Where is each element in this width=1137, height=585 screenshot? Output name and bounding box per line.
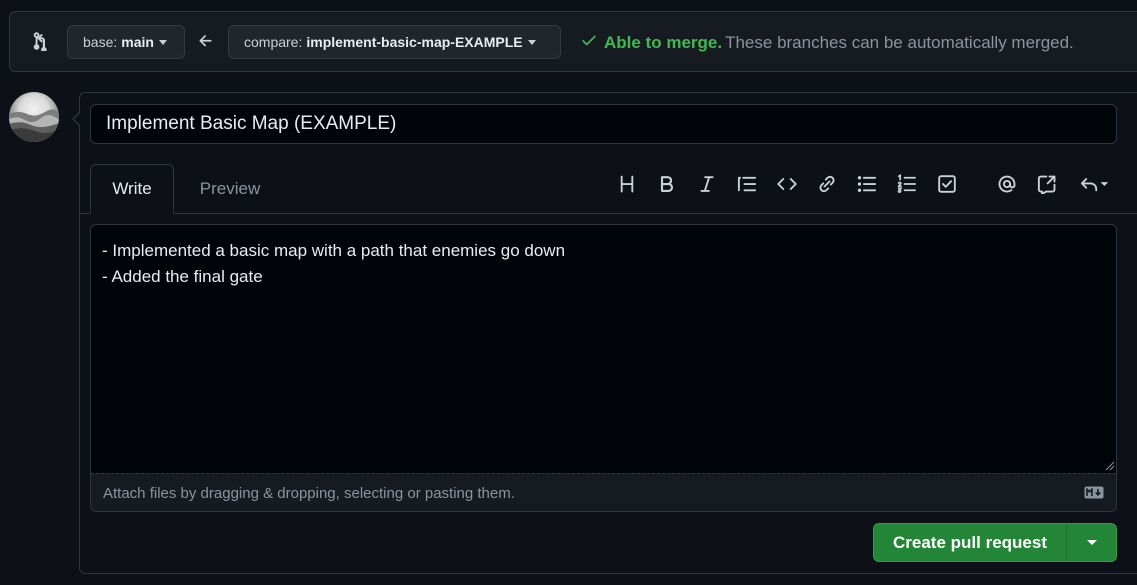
reference-icon[interactable] [1035, 172, 1059, 196]
base-branch-button[interactable]: base: main [67, 25, 185, 59]
compare-arrows-icon [30, 31, 50, 53]
caret-down-icon [158, 39, 167, 45]
saved-reply-icon[interactable] [1077, 172, 1113, 196]
resize-grip-icon[interactable] [1105, 461, 1115, 471]
pr-title-input[interactable] [90, 104, 1117, 144]
merge-status: Able to merge. These branches can be aut… [580, 31, 1074, 54]
arrow-left-icon [197, 32, 215, 50]
create-pull-request-button-group: Create pull request [873, 523, 1117, 562]
tab-write[interactable]: Write [90, 164, 174, 214]
base-prefix: base: [83, 34, 118, 50]
check-icon [580, 31, 598, 54]
merge-message: These branches can be automatically merg… [725, 32, 1074, 52]
avatar [9, 92, 59, 142]
compare-bar: base: main compare: implement-basic-map-… [9, 11, 1137, 72]
attach-files-bar[interactable]: Attach files by dragging & dropping, sel… [91, 473, 1116, 511]
compare-prefix: compare: [244, 34, 303, 50]
pr-body-editor[interactable]: - Implemented a basic map with a path th… [90, 224, 1117, 512]
code-icon[interactable] [775, 172, 799, 196]
task-list-icon[interactable] [935, 172, 959, 196]
merge-ok-label: Able to merge. [604, 32, 723, 52]
markdown-icon[interactable] [1084, 486, 1104, 499]
quote-icon[interactable] [735, 172, 759, 196]
caret-down-icon [1086, 540, 1097, 545]
base-branch-name: main [121, 34, 154, 50]
ordered-list-icon[interactable] [895, 172, 919, 196]
tab-preview[interactable]: Preview [186, 164, 274, 214]
attach-hint: Attach files by dragging & dropping, sel… [103, 485, 515, 502]
create-pull-request-button[interactable]: Create pull request [874, 524, 1067, 561]
pr-body-text[interactable]: - Implemented a basic map with a path th… [102, 238, 565, 290]
heading-icon[interactable] [615, 172, 639, 196]
bold-icon[interactable] [655, 172, 679, 196]
italic-icon[interactable] [695, 172, 719, 196]
link-icon[interactable] [815, 172, 839, 196]
mention-icon[interactable] [995, 172, 1019, 196]
compare-branch-name: implement-basic-map-EXAMPLE [306, 34, 523, 50]
create-options-dropdown[interactable] [1067, 524, 1116, 561]
caret-down-icon [527, 39, 536, 45]
compare-branch-button[interactable]: compare: implement-basic-map-EXAMPLE [228, 25, 561, 59]
unordered-list-icon[interactable] [855, 172, 879, 196]
